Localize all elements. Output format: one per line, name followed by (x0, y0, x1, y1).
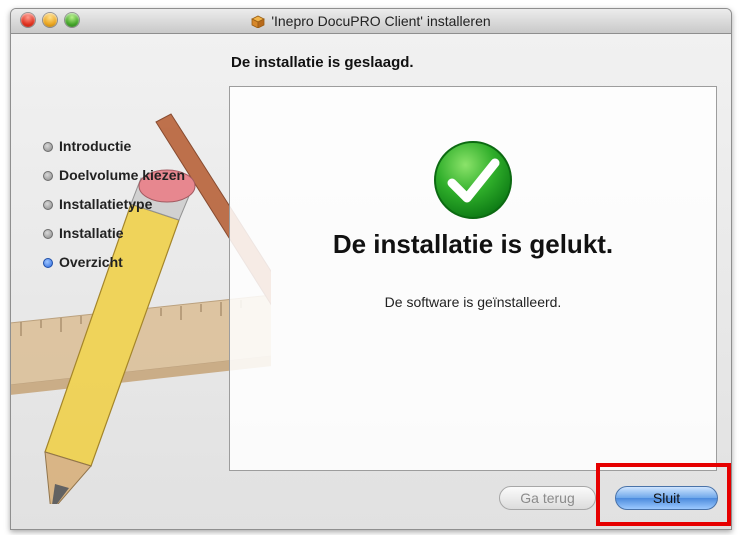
step-label: Introductie (59, 138, 132, 154)
package-icon (251, 15, 266, 28)
step-introductie: Introductie (43, 138, 185, 167)
step-doelvolume-kiezen: Doelvolume kiezen (43, 167, 185, 196)
titlebar: 'Inepro DocuPRO Client' installeren (11, 9, 731, 34)
step-bullet-icon (43, 200, 53, 210)
step-label: Doelvolume kiezen (59, 167, 186, 183)
window-title: 'Inepro DocuPRO Client' installeren (11, 13, 731, 29)
step-installatie: Installatie (43, 225, 185, 254)
back-button[interactable]: Ga terug (499, 486, 596, 510)
step-overzicht: Overzicht (43, 254, 185, 283)
highlight-frame (596, 463, 731, 526)
step-active-bullet-icon (43, 258, 53, 268)
installer-window: 'Inepro DocuPRO Client' installeren De i… (10, 8, 732, 530)
summary-panel: De installatie is gelukt. De software is… (229, 86, 717, 471)
checkmark-icon (434, 141, 512, 219)
step-installatietype: Installatietype (43, 196, 185, 225)
step-bullet-icon (43, 142, 53, 152)
step-label: Installatie (59, 225, 124, 241)
step-bullet-icon (43, 171, 53, 181)
result-title: De installatie is gelukt. (332, 229, 614, 259)
installer-steps: Introductie Doelvolume kiezen Installati… (43, 138, 185, 283)
step-label: Installatietype (59, 196, 153, 212)
installer-body: De installatie is geslaagd. Introductie … (11, 34, 731, 529)
page-heading: De installatie is geslaagd. (231, 54, 414, 71)
step-bullet-icon (43, 229, 53, 239)
step-label: Overzicht (59, 254, 123, 270)
result-message: De software is geïnstalleerd. (384, 294, 562, 310)
window-title-text: 'Inepro DocuPRO Client' installeren (271, 13, 491, 29)
